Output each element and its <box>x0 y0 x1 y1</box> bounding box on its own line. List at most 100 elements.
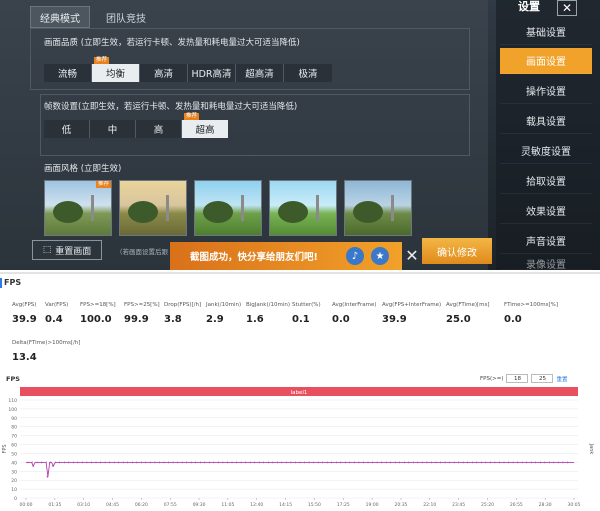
quality-option-hd[interactable]: 高清 <box>140 64 188 82</box>
fps-range-filter: FPS(>=) 18 25 重置 <box>480 374 568 383</box>
x-tick-label: 30:05 <box>568 502 581 508</box>
bell-icon[interactable]: ♪ <box>346 247 364 265</box>
y-tick-label: 50 <box>11 451 17 457</box>
metric-row1-5: Jank(/10min) 2.9 <box>206 302 241 325</box>
recommended-tag: 推荐 <box>94 57 110 64</box>
quality-option-hdr[interactable]: HDR高清 <box>188 64 236 82</box>
reset-label: 重置画面 <box>55 246 92 257</box>
metric-row1-10: Avg(FTime)[ms] 25.0 <box>446 302 490 325</box>
sidebar-item-effects[interactable]: 效果设置 <box>500 198 592 224</box>
fps-line-chart: label1 0 10 20 30 40 50 60 70 80 90 100 110 FPS Jank 00… <box>2 387 594 508</box>
tree-shape <box>278 201 308 223</box>
metric-label: Var(FPS) <box>45 302 69 308</box>
x-tick-label: 22:10 <box>423 502 436 508</box>
sidebar-item-controls[interactable]: 操作设置 <box>500 78 592 104</box>
metric-row1-11: FTime>=100ms[%] 0.0 <box>504 302 558 325</box>
style-thumb-classic[interactable]: 推荐 <box>44 180 112 236</box>
metric-label: Delta(FTime)>100ms[/h] <box>12 340 81 346</box>
metric-label: Avg(InterFrame) <box>332 302 377 308</box>
fps-option-ultra[interactable]: 推荐 超高 <box>182 113 228 138</box>
sidebar-title: 设置 <box>518 0 540 13</box>
y-tick-label: 110 <box>8 398 17 404</box>
quality-label: 画面品质 (立即生效，若运行卡顿、发热量和耗电量过大可适当降低) <box>44 38 300 48</box>
fps-range-label: FPS(>=) <box>480 375 504 382</box>
reset-icon: ⬚ <box>42 245 52 255</box>
fps-label: 帧数设置(立即生效，若运行卡顿、发热量和耗电量过大可适当降低) <box>44 102 298 112</box>
metric-label: FPS>=25[%] <box>124 302 160 308</box>
style-thumb-vivid[interactable] <box>269 180 337 236</box>
metric-label: FPS>=18[%] <box>80 302 116 308</box>
x-tick-label: 04:45 <box>106 502 119 508</box>
fps-option-low[interactable]: 低 <box>44 120 90 138</box>
metric-value: 1.6 <box>246 314 264 325</box>
quality-option-extreme[interactable]: 极清 <box>284 64 332 82</box>
tower-shape <box>166 195 169 221</box>
tree-shape <box>353 201 383 223</box>
metric-row1-1: Var(FPS) 0.4 <box>45 302 68 325</box>
style-thumb-warm[interactable] <box>119 180 187 236</box>
metric-value: 39.9 <box>12 314 37 325</box>
y-tick-label: 100 <box>8 407 17 413</box>
x-tick-label: 07:55 <box>164 502 177 508</box>
quality-option-ultra-hd[interactable]: 超高清 <box>236 64 284 82</box>
metric-value: 0.4 <box>45 314 63 325</box>
tower-shape <box>241 195 244 221</box>
x-tick-label: 06:20 <box>135 502 148 508</box>
tab-classic-mode[interactable]: 经典模式 <box>30 6 90 28</box>
metric-label: Drop(FPS)[/h] <box>164 302 202 308</box>
y-tick-label: 20 <box>11 478 17 484</box>
quality-options: 流畅 推荐 均衡 高清 HDR高清 超高清 极清 <box>44 57 332 82</box>
metric-label: Jank(/10min) <box>206 302 242 308</box>
metric-label: Avg(FPS+InterFrame) <box>382 302 442 308</box>
fps-option-high[interactable]: 高 <box>136 120 182 138</box>
reset-display-button[interactable]: ⬚ 重置画面 <box>32 240 102 260</box>
tab-team-battle[interactable]: 团队竞技 <box>96 6 156 28</box>
fps-range-min-input[interactable]: 18 <box>506 374 529 383</box>
sidebar-item-recording[interactable]: 录像设置 <box>500 256 592 270</box>
fps-report-panel: FPS Avg(FPS) 39.9 Var(FPS) 0.4 FPS>=18[%] 100… <box>0 272 600 509</box>
fps-dip-point <box>52 465 54 467</box>
y2-axis-label: Jank <box>588 443 594 455</box>
quality-option-smooth[interactable]: 流畅 <box>44 64 92 82</box>
metric-row1-0: Avg(FPS) 39.9 <box>12 302 37 325</box>
x-tick-label: 25:20 <box>481 502 494 508</box>
x-tick-label: 12:40 <box>250 502 263 508</box>
fps-range-reset-link[interactable]: 重置 <box>556 375 567 383</box>
metric-row1-3: FPS>=25[%] 99.9 <box>124 302 160 325</box>
metric-label: Avg(FTime)[ms] <box>446 302 490 308</box>
style-thumb-bright[interactable] <box>194 180 262 236</box>
fps-dip-point <box>32 465 35 467</box>
y-tick-label: 10 <box>11 487 17 493</box>
x-tick-label: 03:10 <box>77 502 90 508</box>
fps-options: 低 中 高 推荐 超高 <box>44 113 228 138</box>
style-thumbnails: 推荐 <box>44 180 412 236</box>
tower-shape <box>91 195 94 221</box>
metric-row1-9: Avg(FPS+InterFrame) 39.9 <box>382 302 441 325</box>
fps-range-max-input[interactable]: 25 <box>531 374 554 383</box>
style-thumb-soft[interactable] <box>344 180 412 236</box>
sidebar-item-sound[interactable]: 声音设置 <box>500 228 592 254</box>
x-tick-label: 11:05 <box>221 502 234 508</box>
confirm-changes-button[interactable]: 确认修改 <box>422 238 492 264</box>
tree-shape <box>128 201 158 223</box>
sidebar-item-pickup[interactable]: 拾取设置 <box>500 168 592 194</box>
metric-label: BigJank(/10min) <box>246 302 290 308</box>
x-tick-label: 01:35 <box>48 502 61 508</box>
fps-option-medium[interactable]: 中 <box>90 120 136 138</box>
metric-row1-4: Drop(FPS)[/h] 3.8 <box>164 302 201 325</box>
sidebar-item-basic[interactable]: 基础设置 <box>500 19 592 45</box>
sidebar-item-sensitivity[interactable]: 灵敏度设置 <box>500 138 592 164</box>
sidebar-item-vehicle[interactable]: 载具设置 <box>500 108 592 134</box>
quality-option-balanced[interactable]: 推荐 均衡 <box>92 57 140 82</box>
toast-close-icon[interactable]: ✕ <box>403 246 421 265</box>
metric-value: 100.0 <box>80 314 112 325</box>
close-icon[interactable]: ✕ <box>557 0 577 16</box>
fps-dip-point <box>46 475 49 478</box>
sidebar-item-display[interactable]: 画面设置 <box>500 48 592 74</box>
share-icon[interactable]: ★ <box>371 247 389 265</box>
y-axis-label: FPS <box>2 444 8 453</box>
fps-option-label: 超高 <box>195 125 215 136</box>
fps-series-line <box>26 461 574 477</box>
x-tick-label: 00:00 <box>20 502 33 508</box>
metric-value: 0.1 <box>292 314 310 325</box>
